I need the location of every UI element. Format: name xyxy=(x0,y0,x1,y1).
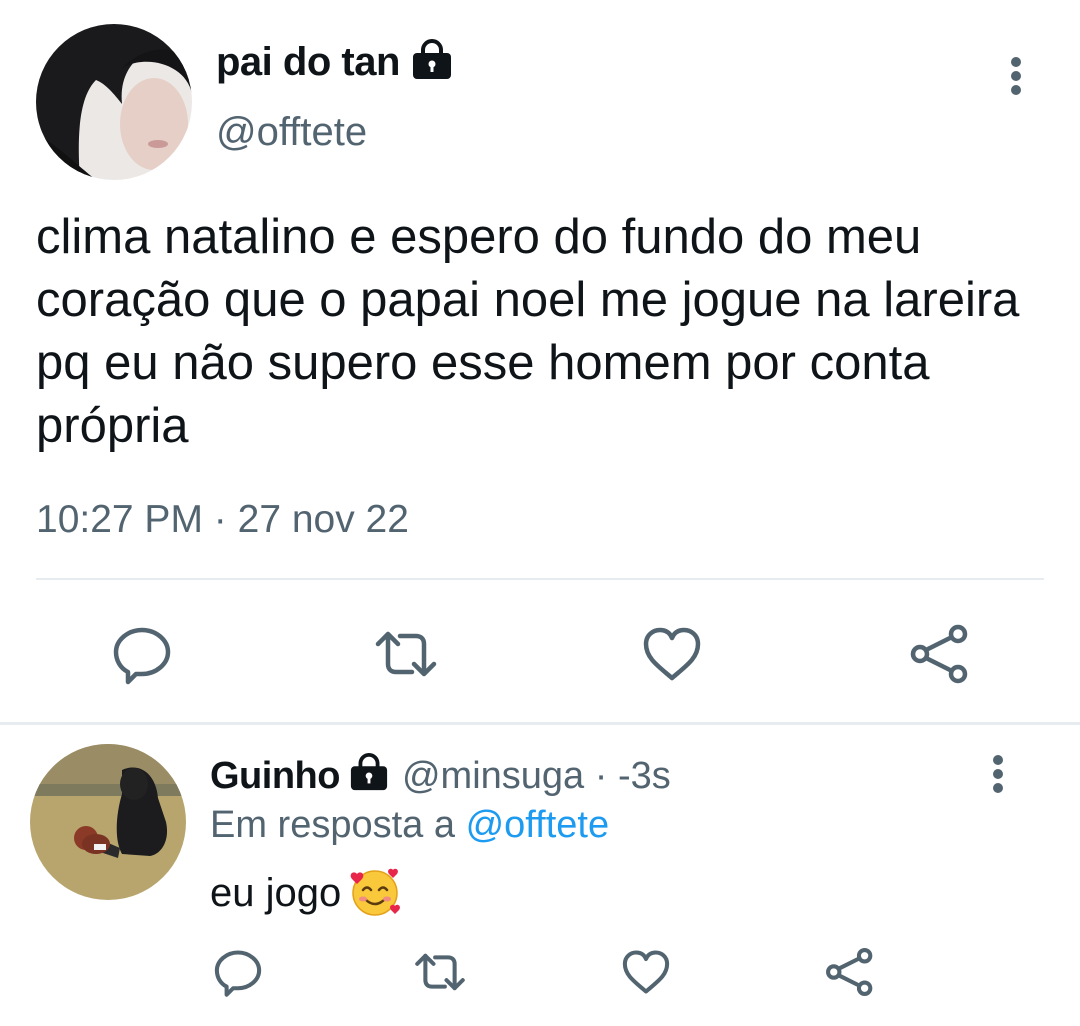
lock-icon xyxy=(410,38,454,82)
reply-age: -3s xyxy=(617,755,671,797)
like-icon[interactable] xyxy=(620,946,672,998)
retweet-icon[interactable] xyxy=(374,622,438,686)
author-handle[interactable]: @offtete xyxy=(216,110,367,155)
tweet-time: 10:27 PM xyxy=(36,498,203,541)
tweet-date: 27 nov 22 xyxy=(237,498,409,541)
smiling-face-with-hearts-icon xyxy=(349,866,401,918)
avatar[interactable] xyxy=(30,744,186,900)
reply-text: eu jogo xyxy=(210,866,401,918)
reply-icon[interactable] xyxy=(110,622,174,686)
author-name[interactable]: pai do tan xyxy=(216,40,400,85)
lock-icon xyxy=(348,752,390,792)
divider xyxy=(0,722,1080,725)
mention-link[interactable]: @offtete xyxy=(466,804,610,846)
like-icon[interactable] xyxy=(640,622,704,686)
divider xyxy=(36,578,1044,580)
more-options-icon[interactable] xyxy=(978,752,1018,796)
reply-body: eu jogo xyxy=(210,871,342,915)
reply-icon[interactable] xyxy=(212,946,264,998)
share-icon[interactable] xyxy=(908,622,972,686)
avatar[interactable] xyxy=(36,24,192,180)
tweet-text: clima natalino e espero do fundo do meu … xyxy=(36,210,1020,453)
in-reply-to: Em resposta a @offtete xyxy=(210,804,609,847)
reply-header: Guinho @minsuga · -3s xyxy=(210,752,671,798)
separator: · xyxy=(594,755,608,797)
timestamp[interactable]: 10:27 PM · 27 nov 22 xyxy=(36,498,409,542)
in-reply-prefix: Em resposta a xyxy=(210,804,455,846)
share-icon[interactable] xyxy=(824,946,876,998)
reply-author-name[interactable]: Guinho xyxy=(210,755,340,797)
reply-author-handle[interactable]: @minsuga xyxy=(402,755,584,797)
more-options-icon[interactable] xyxy=(996,54,1036,98)
separator: · xyxy=(213,498,227,541)
retweet-icon[interactable] xyxy=(414,946,466,998)
